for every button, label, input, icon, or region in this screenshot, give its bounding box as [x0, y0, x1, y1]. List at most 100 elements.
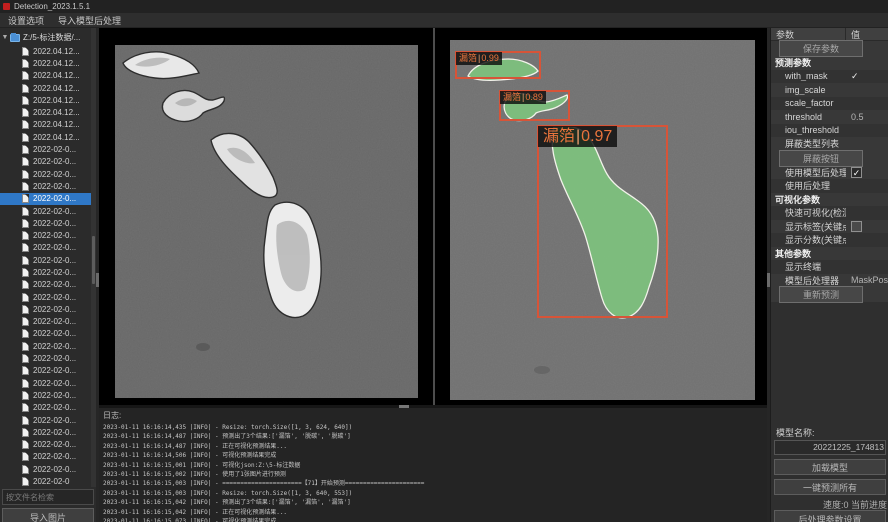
param-value[interactable]: ✓ — [851, 167, 862, 178]
menu-item[interactable]: 导入模型后处理 — [58, 14, 121, 27]
tree-file-item[interactable]: 2022-02-0... — [0, 303, 96, 315]
tree-file-item[interactable]: 2022-02-0... — [0, 180, 96, 192]
param-row[interactable]: 快速可视化(检测) — [771, 206, 888, 220]
tree-file-item[interactable]: 2022-02-0... — [0, 426, 96, 438]
tree-file-item[interactable]: 2022.04.12... — [0, 119, 96, 131]
param-label[interactable]: 显示分数(关键点) — [771, 233, 846, 246]
tree-file-item[interactable]: 2022.04.12... — [0, 131, 96, 143]
param-label[interactable]: img_scale — [771, 85, 846, 95]
param-label[interactable]: scale_factor — [771, 98, 846, 108]
param-label[interactable]: 其他参数 — [771, 247, 811, 260]
tree-file-item[interactable]: 2022.04.12... — [0, 70, 96, 82]
tree-file-item[interactable]: 2022-02-0... — [0, 463, 96, 475]
param-row[interactable]: 保存参数 — [771, 41, 888, 56]
param-row[interactable]: 模型后处理器 MaskPostPro — [771, 274, 888, 288]
tree-file-item[interactable]: 2022-02-0... — [0, 291, 96, 303]
tree-file-item[interactable]: 2022-02-0... — [0, 254, 96, 266]
load-model-button[interactable]: 加载模型 — [774, 459, 886, 475]
tree-file-label: 2022-02-0... — [33, 391, 76, 400]
tree-file-item[interactable]: 2022-02-0... — [0, 168, 96, 180]
log-console[interactable]: 日志: 2023-01-11 16:16:14,435 |INFO| - Res… — [99, 408, 767, 522]
param-label[interactable]: 可视化参数 — [771, 193, 820, 206]
param-row[interactable]: 其他参数 — [771, 247, 888, 261]
param-label[interactable]: with_mask — [771, 71, 846, 81]
param-row[interactable]: 预测参数 — [771, 56, 888, 70]
tree-file-item[interactable]: 2022-02-0... — [0, 229, 96, 241]
postprocess-settings-button[interactable]: 后处理参数设置 — [774, 510, 886, 522]
file-icon — [22, 329, 29, 338]
param-value[interactable]: 0.5 — [846, 112, 888, 122]
tree-scrollbar-thumb[interactable] — [92, 236, 95, 284]
tree-file-item[interactable]: 2022.04.12... — [0, 57, 96, 69]
param-row[interactable]: 显示标签(关键点) — [771, 220, 888, 234]
tree-file-item[interactable]: 2022-02-0... — [0, 279, 96, 291]
tree-file-item[interactable]: 2022-02-0 — [0, 475, 96, 487]
menu-item[interactable]: 设置选项 — [8, 14, 44, 27]
param-label[interactable]: 重新预测 — [779, 286, 863, 303]
tree-file-item[interactable]: 2022-02-0... — [0, 377, 96, 389]
detection-label: 漏箔0.99 — [456, 52, 502, 65]
param-label[interactable]: 使用后处理 — [771, 179, 846, 192]
param-row[interactable]: img_scale — [771, 83, 888, 97]
log-line: 2023-01-11 16:16:15,073 |INFO| - 可视化预测结果… — [103, 517, 763, 522]
param-label[interactable]: iou_threshold — [771, 125, 846, 135]
tree-file-item[interactable]: 2022-02-0... — [0, 316, 96, 328]
model-name-field[interactable]: 20221225_174813 — [774, 440, 886, 455]
expand-arrow-icon[interactable]: ▼ — [0, 34, 10, 41]
tree-file-item[interactable]: 2022-02-0... — [0, 389, 96, 401]
param-row[interactable]: 使用后处理 — [771, 179, 888, 193]
tree-file-label: 2022-02-0... — [33, 440, 76, 449]
tree-file-item[interactable]: 2022-02-0... — [0, 328, 96, 340]
tree-file-item[interactable]: 2022-02-0... — [0, 266, 96, 278]
tree-file-item[interactable]: 2022-02-0... — [0, 143, 96, 155]
tree-file-item[interactable]: 2022-02-0... — [0, 352, 96, 364]
param-row[interactable]: 使用模型后处理 ✓ — [771, 166, 888, 180]
param-row[interactable]: 屏蔽类型列表 — [771, 137, 888, 151]
param-label[interactable]: 使用模型后处理 — [771, 166, 846, 179]
tree-file-item[interactable]: 2022-02-0... — [0, 205, 96, 217]
tree-file-item[interactable]: 2022-02-0... — [0, 402, 96, 414]
param-row[interactable]: iou_threshold — [771, 124, 888, 138]
tree-root-folder[interactable]: ▼ Z:/5-标注数据/... — [0, 31, 96, 44]
import-images-button[interactable]: 导入图片 — [2, 508, 94, 522]
param-value[interactable] — [851, 221, 862, 232]
tree-file-item[interactable]: 2022.04.12... — [0, 94, 96, 106]
param-row[interactable]: 可视化参数 — [771, 193, 888, 207]
param-label[interactable]: 显示标签(关键点) — [771, 220, 846, 233]
param-label[interactable]: 屏蔽按钮 — [779, 150, 863, 167]
tree-file-item[interactable]: 2022-02-0... — [0, 193, 96, 205]
param-row[interactable]: 显示终端 — [771, 260, 888, 274]
tree-file-item[interactable]: 2022.04.12... — [0, 82, 96, 94]
param-label[interactable]: 显示终端 — [771, 260, 846, 273]
tree-file-label: 2022-02-0... — [33, 379, 76, 388]
param-label[interactable]: 模型后处理器 — [771, 274, 846, 287]
search-input[interactable] — [2, 489, 94, 505]
tree-file-item[interactable]: 2022-02-0... — [0, 217, 96, 229]
panel-divider[interactable] — [433, 28, 435, 405]
tree-file-item[interactable]: 2022-02-0... — [0, 340, 96, 352]
raw-image-panel[interactable] — [115, 45, 418, 398]
param-label[interactable]: 保存参数 — [779, 40, 863, 57]
param-row[interactable]: 重新预测 — [771, 287, 888, 302]
param-row[interactable]: 屏蔽按钮 — [771, 151, 888, 166]
tree-file-item[interactable]: 2022-02-0... — [0, 451, 96, 463]
file-icon — [22, 182, 29, 191]
param-row[interactable]: 显示分数(关键点) — [771, 233, 888, 247]
param-label[interactable]: threshold — [771, 112, 846, 122]
param-row[interactable]: scale_factor — [771, 97, 888, 111]
predict-all-button[interactable]: 一键预测所有 — [774, 479, 886, 495]
param-row[interactable]: with_mask ✓ — [771, 70, 888, 84]
tree-file-item[interactable]: 2022-02-0... — [0, 414, 96, 426]
param-value[interactable]: ✓ — [846, 71, 888, 82]
tree-file-item[interactable]: 2022-02-0... — [0, 365, 96, 377]
tree-file-item[interactable]: 2022.04.12... — [0, 106, 96, 118]
param-value[interactable]: MaskPostPro — [846, 275, 888, 285]
tree-file-item[interactable]: 2022-02-0... — [0, 439, 96, 451]
tree-file-item[interactable]: 2022-02-0... — [0, 156, 96, 168]
param-label[interactable]: 快速可视化(检测) — [771, 206, 846, 219]
param-label[interactable]: 预测参数 — [771, 56, 811, 69]
tree-file-item[interactable]: 2022.04.12... — [0, 45, 96, 57]
tree-file-item[interactable]: 2022-02-0... — [0, 242, 96, 254]
param-label[interactable]: 屏蔽类型列表 — [771, 137, 846, 150]
param-row[interactable]: threshold 0.5 — [771, 110, 888, 124]
